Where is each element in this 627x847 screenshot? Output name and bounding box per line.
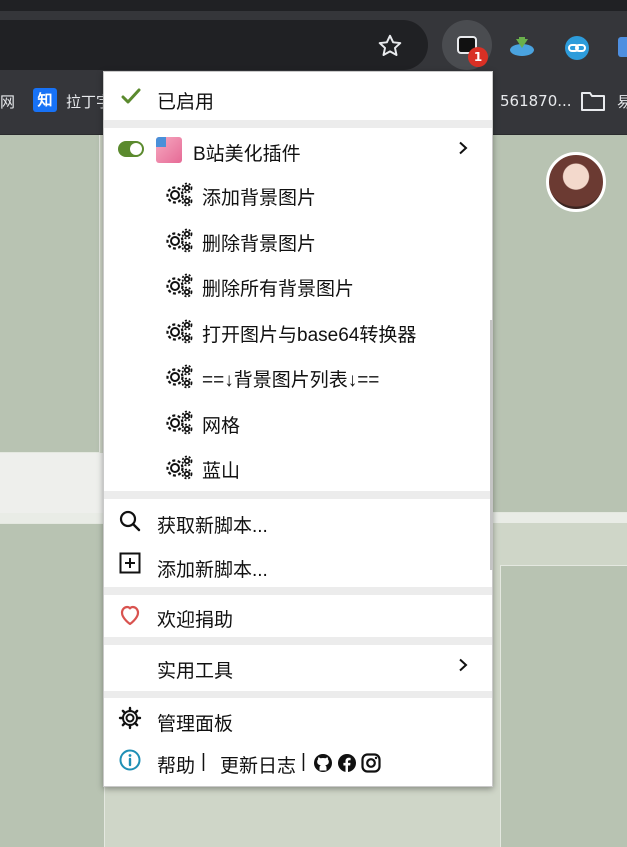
bookmark-folder-label[interactable]: 易 [617,91,627,112]
plugin-name: B站美化插件 [193,144,301,165]
link-extension-icon[interactable] [564,35,590,61]
search-icon [119,510,141,532]
gear-icon [164,272,194,298]
plugin-command-item[interactable]: 删除背景图片 [104,218,492,264]
menu-separator [104,491,492,499]
add-new-script-label: 添加新脚本... [157,560,268,581]
get-new-scripts-label: 获取新脚本... [157,516,268,537]
bookmark-fragment[interactable]: 网 [0,91,15,112]
plugin-command-item[interactable]: 添加背景图片 [104,172,492,218]
facebook-icon[interactable] [337,753,357,773]
plugin-command-label: 删除所有背景图片 [202,279,355,300]
download-manager-icon[interactable] [508,35,536,59]
gear-icon [164,409,194,435]
tampermonkey-extension-button[interactable]: 1 [442,20,492,70]
menu-separator [104,691,492,698]
menu-separator [104,637,492,645]
add-new-script-row[interactable]: 添加新脚本... [104,543,492,587]
plus-box-icon [119,552,141,574]
page-panel [0,453,105,513]
changelog-link[interactable]: 更新日志 [220,751,296,778]
check-icon [121,88,141,104]
enabled-label: 已启用 [157,92,215,113]
userscript-popup-menu: 已启用 B站美化插件 添加背景图片 删除背景图片删除所有背景图片打开图片与base… [103,71,493,787]
address-bar[interactable] [0,20,428,70]
plugin-command-label: 打开图片与base64转换器 [202,324,417,346]
chevron-right-icon [459,658,468,672]
plugin-command-item[interactable]: 打开图片与base64转换器 [104,309,492,355]
footer-divider: | [301,751,306,772]
instagram-icon[interactable] [361,753,381,773]
menu-scrollbar[interactable] [490,320,493,570]
wall-tile [0,135,100,453]
bookmark-number[interactable]: 561870... [500,92,572,110]
donate-label: 欢迎捐助 [157,610,234,631]
enabled-toggle-row[interactable]: 已启用 [104,72,492,120]
user-avatar[interactable] [546,152,606,212]
extension-icon-partial[interactable] [618,37,627,57]
folder-icon[interactable] [580,90,606,112]
script-count-badge: 1 [468,47,488,67]
menu-separator [104,120,492,128]
utilities-label: 实用工具 [157,661,234,682]
help-row: 帮助 | 更新日志 | [104,742,492,786]
help-link[interactable]: 帮助 [157,751,195,778]
plugin-command-item[interactable]: 蓝山 [104,445,492,491]
gear-icon [164,227,194,253]
plugin-command-label: ==↓背景图片列表↓== [202,370,380,391]
gear-icon [164,363,194,389]
wall-tile [0,523,105,847]
utilities-row[interactable]: 实用工具 [104,645,492,691]
wall-tile [500,565,627,847]
zhihu-icon[interactable]: 知 [33,88,57,112]
browser-toolbar: 1 [0,11,627,71]
plugin-command-item[interactable]: 网格 [104,400,492,446]
dashboard-label: 管理面板 [157,714,234,735]
plugin-command-label: 网格 [202,415,241,437]
github-icon[interactable] [313,753,333,773]
star-icon[interactable] [377,33,403,59]
footer-divider: | [201,751,206,772]
donate-row[interactable]: 欢迎捐助 [104,595,492,637]
plugin-logo-icon [156,137,182,163]
plugin-command-item[interactable]: 删除所有背景图片 [104,263,492,309]
plugin-command-label: 蓝山 [202,461,241,482]
gear-icon [164,318,194,344]
window-top-strip [0,0,627,11]
gear-icon [164,454,194,480]
plugin-command-item[interactable]: ==↓背景图片列表↓== [104,354,492,400]
cog-icon [118,706,142,730]
plugin-command-label: 删除背景图片 [202,233,317,255]
plugin-row[interactable]: B站美化插件 [104,128,492,172]
get-new-scripts-row[interactable]: 获取新脚本... [104,499,492,543]
menu-separator [104,587,492,595]
chevron-right-icon [459,141,468,155]
plugin-command-label: 添加背景图片 [202,188,317,209]
heart-icon [120,605,140,626]
gear-icon [164,181,194,207]
info-icon[interactable] [118,748,142,772]
dashboard-row[interactable]: 管理面板 [104,698,492,742]
toggle-icon[interactable] [118,141,144,157]
